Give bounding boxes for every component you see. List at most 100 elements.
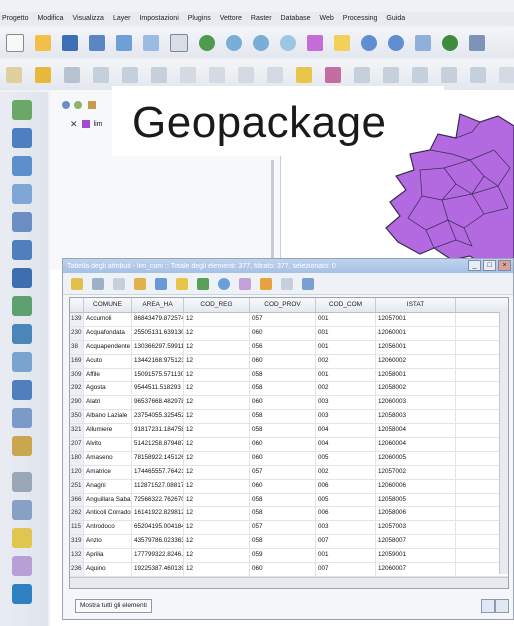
menu-progetto[interactable]: Progetto [2, 12, 28, 26]
table-cell[interactable]: 059 [250, 549, 316, 563]
table-cell[interactable]: 12 [184, 465, 250, 479]
deselect-all-icon[interactable] [197, 277, 209, 290]
pan-icon[interactable] [170, 34, 188, 52]
column-header[interactable]: COD_COM [316, 298, 376, 312]
table-cell[interactable]: 001 [316, 549, 376, 563]
table-cell[interactable]: 003 [316, 410, 376, 424]
table-row[interactable]: 169 Acuto 13442168.975123 12 060 002 12060002 [70, 354, 508, 369]
table-cell[interactable]: 006 [316, 507, 376, 521]
table-row[interactable]: 38 Acquapendente 130366297.599114 12 056 001 1… [70, 340, 508, 355]
add-wfs-icon[interactable] [12, 324, 32, 344]
attribute-table-grid[interactable]: COMUNE AREA_HA COD_REG COD_PROV COD_COM … [69, 297, 509, 589]
menu-impostazioni[interactable]: Impostazioni [139, 12, 178, 26]
table-cell[interactable]: 12057002 [376, 465, 456, 479]
close-button[interactable]: × [498, 260, 511, 271]
row-number[interactable]: 180 [70, 451, 84, 465]
panel-splitter[interactable] [271, 160, 274, 270]
header-corner[interactable] [70, 298, 84, 312]
table-cell[interactable]: Acquafondata [84, 326, 132, 340]
add-wcs-icon[interactable] [12, 296, 32, 316]
table-cell[interactable]: Anticoli Corrado [84, 507, 132, 521]
row-number[interactable]: 290 [70, 396, 84, 410]
menu-guida[interactable]: Guida [386, 12, 405, 26]
table-row[interactable]: 180 Amaseno 78158922.145126 12 060 005 1206000… [70, 451, 508, 466]
table-cell[interactable]: 12 [184, 326, 250, 340]
table-cell[interactable]: 060 [250, 354, 316, 368]
annotation-icon[interactable] [499, 67, 514, 83]
delete-selected-icon[interactable] [180, 67, 196, 83]
table-cell[interactable]: 058 [250, 382, 316, 396]
add-feature-icon[interactable] [93, 67, 109, 83]
table-row[interactable]: 350 Albano Laziale 23754055.325452 12 058 003… [70, 410, 508, 425]
table-row[interactable]: 139 Accumoli 86843479.872574 12 057 001 120570… [70, 313, 508, 327]
table-cell[interactable]: Amaseno [84, 451, 132, 465]
menu-raster[interactable]: Raster [251, 12, 272, 26]
table-cell[interactable]: 12 [184, 479, 250, 493]
table-cell[interactable]: 12 [184, 438, 250, 451]
table-cell[interactable]: 96537668.482978 [132, 396, 184, 410]
invert-selection-icon[interactable] [176, 277, 188, 290]
refresh-icon[interactable] [442, 35, 458, 51]
save-edits-icon[interactable] [92, 277, 104, 290]
move-feature-icon[interactable] [122, 67, 138, 83]
table-row[interactable]: 290 Alatri 96537668.482978 12 060 003 12060003 [70, 396, 508, 411]
row-number[interactable]: 366 [70, 493, 84, 507]
row-number[interactable]: 251 [70, 479, 84, 493]
maximize-button[interactable]: □ [483, 260, 496, 271]
pan-to-selection-icon[interactable] [199, 35, 215, 51]
table-cell[interactable]: 12057001 [376, 313, 456, 326]
table-cell[interactable]: Agosta [84, 382, 132, 396]
table-cell[interactable]: Aprilia [84, 549, 132, 563]
column-header[interactable]: COD_PROV [250, 298, 316, 312]
table-cell[interactable]: Anzio [84, 535, 132, 549]
new-project-icon[interactable] [6, 34, 24, 52]
new-field-icon[interactable] [260, 277, 272, 290]
table-cell[interactable]: Allumiere [84, 424, 132, 438]
row-number[interactable]: 132 [70, 549, 84, 563]
table-cell[interactable]: 12 [184, 410, 250, 424]
zoom-out-icon[interactable] [253, 35, 269, 51]
table-row[interactable]: 115 Antrodoco 65204195.004184 12 057 003 12057… [70, 521, 508, 536]
change-label-icon[interactable] [441, 67, 457, 83]
table-row[interactable]: 251 Anagni 112871527.088176 12 060 006 1206000… [70, 479, 508, 494]
table-cell[interactable]: Alvito [84, 438, 132, 451]
zoom-to-selected-icon[interactable] [239, 277, 251, 290]
table-cell[interactable]: 130366297.599114 [132, 340, 184, 354]
table-cell[interactable]: Acuto [84, 354, 132, 368]
new-gpx-icon[interactable] [12, 436, 32, 456]
zoom-layer-icon[interactable] [307, 35, 323, 51]
table-cell[interactable]: Amatrice [84, 465, 132, 479]
row-number[interactable]: 262 [70, 507, 84, 521]
select-all-icon[interactable] [155, 277, 167, 290]
table-row[interactable]: 292 Agosta 9544511.518293 12 058 002 12058002 [70, 382, 508, 397]
menu-web[interactable]: Web [320, 12, 334, 26]
table-cell[interactable]: 12 [184, 535, 250, 549]
table-cell[interactable]: 060 [250, 326, 316, 340]
checkbox-icon[interactable]: ✕ [70, 119, 78, 130]
table-cell[interactable]: 12058002 [376, 382, 456, 396]
add-wms-icon[interactable] [12, 268, 32, 288]
table-cell[interactable]: 007 [316, 563, 376, 576]
zoom-next-icon[interactable] [388, 35, 404, 51]
table-cell[interactable]: 12059001 [376, 549, 456, 563]
layout-manager-icon[interactable] [143, 35, 159, 51]
table-cell[interactable]: 060 [250, 563, 316, 576]
delete-selected-icon[interactable] [113, 277, 125, 290]
table-cell[interactable]: 12058006 [376, 507, 456, 521]
table-cell[interactable]: Accumoli [84, 313, 132, 326]
table-cell[interactable]: 003 [316, 521, 376, 535]
row-number[interactable]: 115 [70, 521, 84, 535]
edit-icon[interactable] [35, 67, 51, 83]
table-row[interactable]: 319 Anzio 43579786.023363 12 058 007 12058007 [70, 535, 508, 550]
add-spatialite-icon[interactable] [12, 184, 32, 204]
table-row[interactable]: 366Anguillara Sabazia72566322.7626701205… [70, 493, 508, 508]
table-cell[interactable]: 12 [184, 521, 250, 535]
coordinate-capture-icon[interactable] [12, 472, 32, 492]
add-oracle-icon[interactable] [12, 240, 32, 260]
table-cell[interactable]: 12 [184, 396, 250, 410]
table-cell[interactable]: 057 [250, 465, 316, 479]
cut-features-icon[interactable] [209, 67, 225, 83]
table-cell[interactable]: 004 [316, 438, 376, 451]
table-cell[interactable]: 058 [250, 507, 316, 521]
zoom-full-icon[interactable] [280, 35, 296, 51]
